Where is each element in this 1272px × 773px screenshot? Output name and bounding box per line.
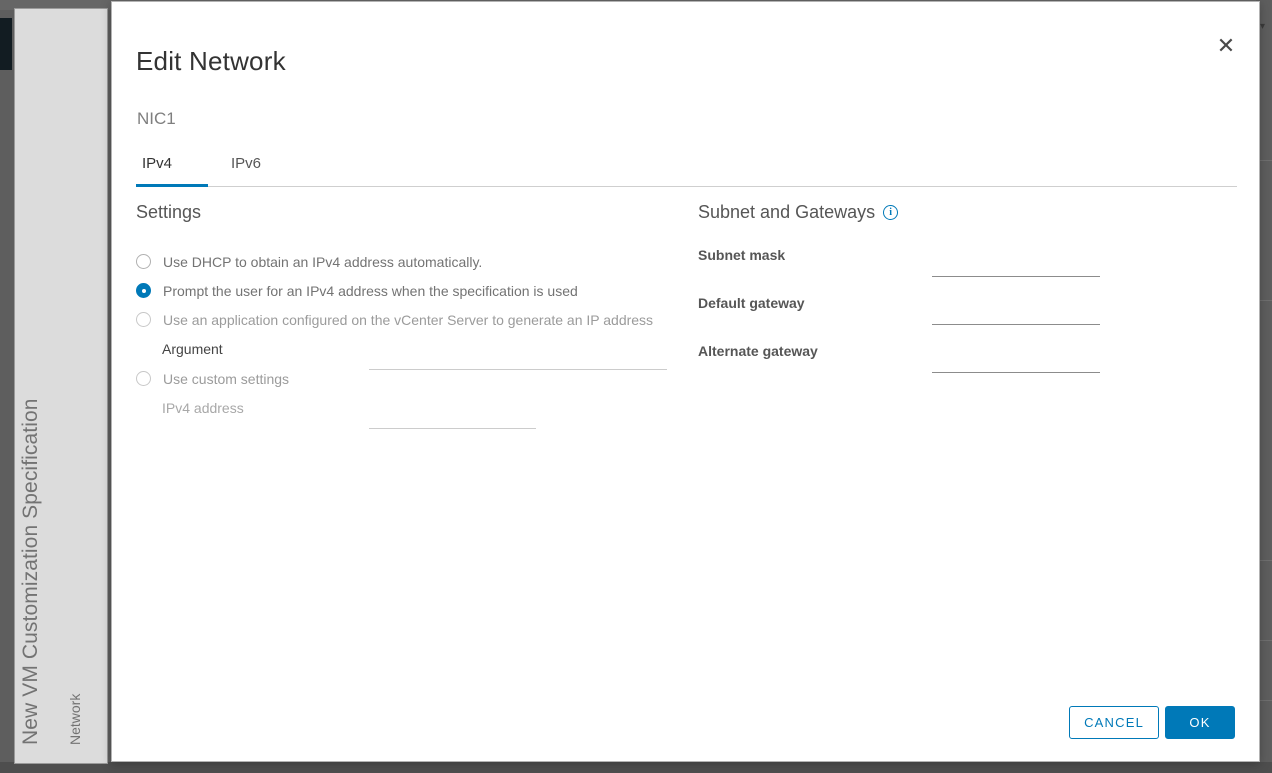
wizard-title: New VM Customization Specification <box>19 398 42 745</box>
ipv4-address-label: IPv4 address <box>162 400 244 416</box>
close-icon[interactable]: ✕ <box>1211 31 1241 61</box>
cancel-button[interactable]: CANCEL <box>1069 706 1159 739</box>
subnet-mask-label: Subnet mask <box>698 247 786 263</box>
tab-ipv4[interactable]: IPv4 <box>136 154 178 182</box>
default-gateway-row: Default gateway <box>698 295 1128 343</box>
ipv4-address-field-row: IPv4 address <box>136 393 696 429</box>
subnet-heading-row: Subnet and Gateways i <box>698 202 1128 223</box>
dialog-footer: CANCEL OK <box>1069 706 1235 739</box>
default-gateway-label: Default gateway <box>698 295 805 311</box>
ipv4-address-input[interactable] <box>369 407 536 429</box>
radio-dhcp[interactable] <box>136 254 151 269</box>
default-gateway-input[interactable] <box>932 303 1100 325</box>
info-icon[interactable]: i <box>883 205 899 220</box>
dialog-subtitle-nic: NIC1 <box>137 109 176 128</box>
screen: ▾ New VM Customization Specification Net… <box>0 0 1272 773</box>
alternate-gateway-input[interactable] <box>932 351 1100 373</box>
app-bottom-background <box>0 762 1272 773</box>
alternate-gateway-row: Alternate gateway <box>698 343 1128 391</box>
wizard-left-rail: New VM Customization Specification Netwo… <box>14 8 108 764</box>
radio-application[interactable] <box>136 312 151 327</box>
argument-label: Argument <box>162 341 223 357</box>
argument-field-row: Argument <box>136 334 696 370</box>
subnet-mask-input[interactable] <box>932 255 1100 277</box>
wizard-step-network: Network <box>67 693 83 745</box>
radio-row-prompt-user[interactable]: Prompt the user for an IPv4 address when… <box>136 276 696 305</box>
settings-section: Settings Use DHCP to obtain an IPv4 addr… <box>136 202 696 429</box>
tab-ipv6[interactable]: IPv6 <box>225 154 267 182</box>
alternate-gateway-label: Alternate gateway <box>698 343 818 359</box>
tab-active-indicator <box>136 184 208 187</box>
tab-bar: IPv4 IPv6 <box>136 154 1237 186</box>
radio-row-custom-settings[interactable]: Use custom settings <box>136 364 696 393</box>
app-nav-accent-block <box>0 18 12 70</box>
radio-label-dhcp: Use DHCP to obtain an IPv4 address autom… <box>163 253 483 270</box>
radio-row-dhcp[interactable]: Use DHCP to obtain an IPv4 address autom… <box>136 247 696 276</box>
subnet-gateways-section: Subnet and Gateways i Subnet mask Defaul… <box>698 202 1128 391</box>
radio-custom-settings[interactable] <box>136 371 151 386</box>
radio-row-application[interactable]: Use an application configured on the vCe… <box>136 305 696 334</box>
radio-prompt-user[interactable] <box>136 283 151 298</box>
dialog-title: Edit Network <box>136 46 286 76</box>
subnet-heading: Subnet and Gateways <box>698 202 876 222</box>
edit-network-dialog: ✕ Edit Network NIC1 IPv4 IPv6 Settings U… <box>111 1 1260 762</box>
tab-divider <box>136 186 1237 187</box>
ok-button[interactable]: OK <box>1165 706 1235 739</box>
settings-heading: Settings <box>136 202 202 222</box>
radio-label-prompt-user: Prompt the user for an IPv4 address when… <box>163 282 578 299</box>
radio-label-application: Use an application configured on the vCe… <box>163 311 654 328</box>
subnet-mask-row: Subnet mask <box>698 247 1128 295</box>
chevron-down-icon: ▾ <box>1260 21 1266 32</box>
radio-label-custom-settings: Use custom settings <box>163 370 290 387</box>
